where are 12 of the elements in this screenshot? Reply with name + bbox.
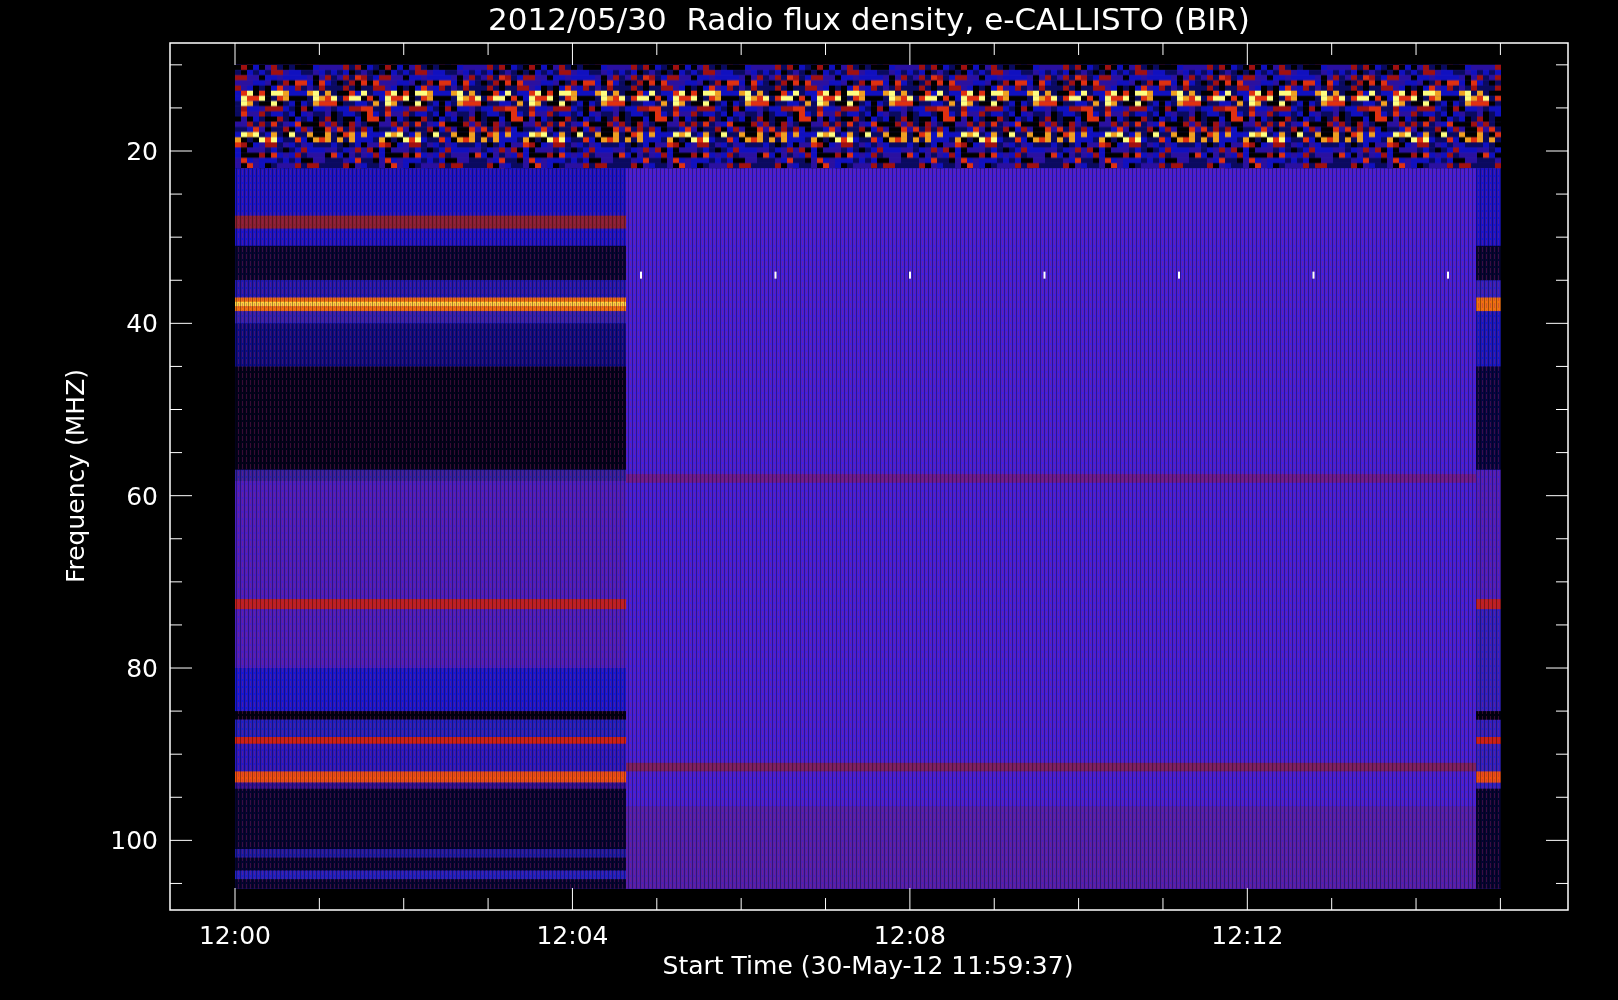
tick-label: 60 [126,481,158,511]
tick-label: 12:12 [1211,921,1284,950]
tick-label: 12:08 [873,921,946,950]
axis-label: Frequency (MHZ) [61,368,90,584]
tick-label: 20 [126,137,158,166]
tick-label: 100 [110,826,158,856]
tick-label: 40 [126,309,158,339]
axis-label: Start Time (30-May-12 11:59:37) [662,951,1074,980]
tick-label: 80 [126,654,158,683]
plot-title: 2012/05/30 Radio flux density, e-CALLISTO (BIR) [488,1,1250,37]
tick-label: 12:00 [199,921,271,950]
tick-label: 12:04 [536,921,609,950]
